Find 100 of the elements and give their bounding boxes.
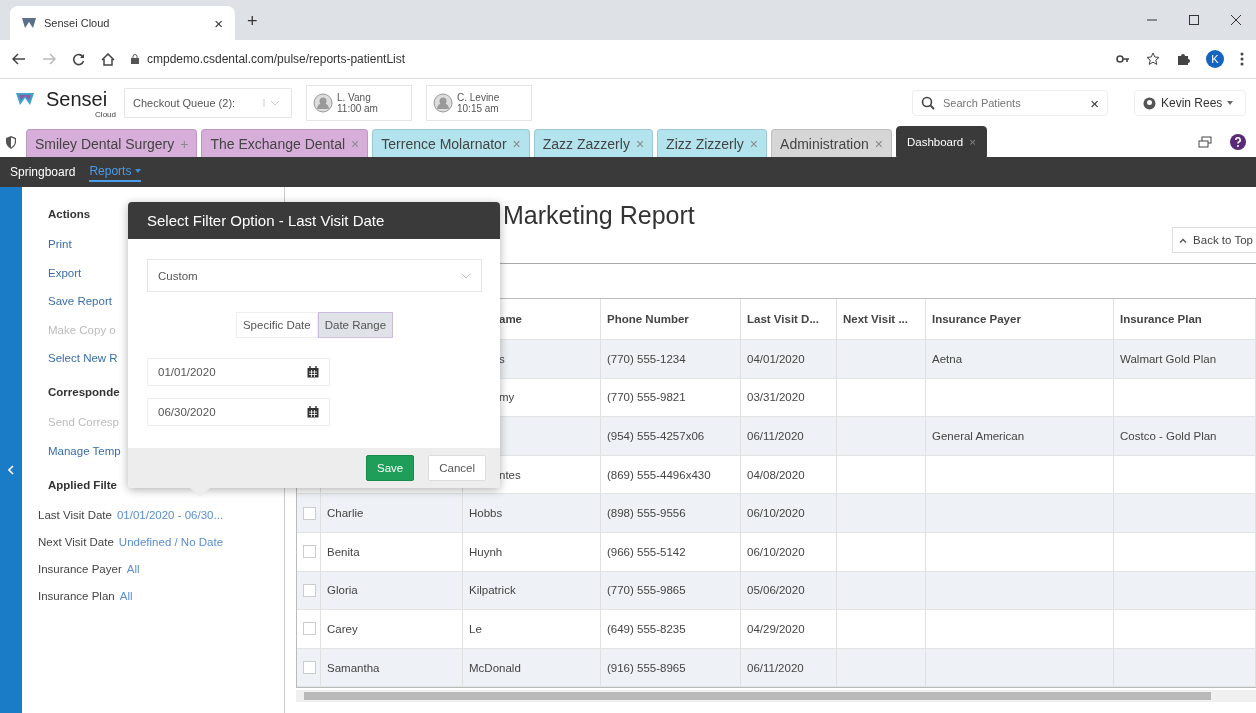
date-field[interactable]: 06/30/2020 <box>147 398 330 426</box>
search-icon <box>921 96 935 110</box>
chevron-up-icon <box>1179 237 1188 243</box>
appointment-time: 10:15 am <box>457 103 500 114</box>
appointment-time: 11:00 am <box>337 103 378 114</box>
sidebar-link[interactable]: Export <box>48 265 82 280</box>
table-cell: (954) 555-4257x06 <box>607 430 705 442</box>
table-cell: Samantha <box>327 661 380 674</box>
avatar-icon <box>433 93 453 113</box>
table-cell: Kilpatrick <box>469 584 516 597</box>
appointment-card[interactable]: C. Levine 10:15 am <box>426 85 532 121</box>
table-cell: 06/11/2020 <box>747 430 804 442</box>
date-field[interactable]: 01/01/2020 <box>147 358 330 386</box>
appointment-card[interactable]: L. Vang 11:00 am <box>306 85 412 121</box>
table-cell: 06/10/2020 <box>747 545 805 558</box>
sidebar-link[interactable]: Save Report <box>48 294 112 308</box>
table-cell: 04/08/2020 <box>747 468 805 481</box>
table-cell: (869) 555-4496x430 <box>607 468 711 481</box>
table-cell: ntes <box>499 468 521 481</box>
help-icon[interactable] <box>1230 134 1246 150</box>
star-icon[interactable] <box>1146 52 1160 66</box>
key-icon[interactable] <box>1116 54 1130 64</box>
table-cell: 04/01/2020 <box>747 352 805 365</box>
windows-icon[interactable] <box>1198 136 1212 148</box>
app-tab[interactable]: Zazz Zazzerly × <box>533 129 654 157</box>
home-icon[interactable] <box>101 52 115 66</box>
app-tab[interactable]: Terrence Molarnator × <box>372 129 530 157</box>
table-cell: (770) 555-9821 <box>607 391 686 404</box>
app-tab[interactable]: Smiley Dental Surgery + <box>26 129 198 157</box>
filter-label: Next Visit Date <box>38 534 114 549</box>
table-cell: (898) 555-9556 <box>607 507 686 520</box>
close-tab-button[interactable]: × <box>214 14 223 32</box>
app-tab[interactable]: Administration × <box>771 129 892 157</box>
caret-icon <box>1227 101 1234 105</box>
column-header[interactable]: Last Visit D... <box>741 299 837 339</box>
checkout-queue-dropdown[interactable]: Checkout Queue (2): <box>124 88 292 118</box>
table-cell: 06/10/2020 <box>747 507 805 520</box>
close-icon[interactable] <box>1230 14 1242 26</box>
filter-value[interactable]: Undefined / No Date <box>118 534 224 549</box>
back-icon[interactable] <box>12 53 26 65</box>
filter-label: Insurance Plan <box>38 588 115 603</box>
app-tab[interactable]: Dashboard × <box>895 126 987 157</box>
sidebar-link[interactable]: Select New R <box>48 351 118 365</box>
table-cell: Benita <box>327 545 360 558</box>
filter-option-dropdown[interactable]: Custom <box>147 259 482 292</box>
table-cell: Gloria <box>327 584 358 597</box>
table-cell: Carey <box>327 622 358 635</box>
back-to-top-button[interactable]: Back to Top <box>1172 227 1256 253</box>
app-tab[interactable]: Zizz Zizzerly × <box>657 129 768 157</box>
calendar-icon[interactable] <box>307 366 319 378</box>
scrollbar[interactable] <box>296 690 1256 703</box>
table-cell: McDonald <box>469 661 521 674</box>
filter-value[interactable]: 01/01/2020 - 06/30... <box>116 507 224 522</box>
puzzle-icon[interactable] <box>1176 52 1190 66</box>
column-header[interactable]: Phone Number <box>601 299 741 339</box>
table-cell: s <box>499 352 505 365</box>
table-cell: 04/29/2020 <box>747 622 805 635</box>
patient-name: C. Levine <box>457 92 500 103</box>
patient-name: L. Vang <box>337 92 372 103</box>
column-header[interactable]: Insurance Payer <box>926 299 1114 339</box>
row-checkbox[interactable] <box>303 661 316 675</box>
clear-button[interactable]: × <box>1090 94 1099 112</box>
lock-icon <box>131 54 139 64</box>
nav-link[interactable]: Reports <box>89 162 142 182</box>
sidebar-link[interactable]: Manage Temp <box>48 443 121 458</box>
app-tab[interactable]: The Exchange Dental × <box>201 129 369 157</box>
user-icon <box>1143 96 1156 110</box>
url-text[interactable]: cmpdemo.csdental.com/pulse/reports-patientList <box>147 52 406 66</box>
cancel-button[interactable]: Cancel <box>428 455 486 481</box>
logo-icon <box>22 18 36 28</box>
table-cell: 03/31/2020 <box>747 391 805 404</box>
shield-icon[interactable] <box>6 135 16 149</box>
row-checkbox[interactable] <box>303 583 316 597</box>
mode-toggle[interactable]: Specific Date <box>235 312 318 338</box>
section-title: Corresponde <box>48 385 120 399</box>
profile-avatar[interactable]: K <box>1206 50 1224 68</box>
new-tab-button[interactable]: + <box>247 11 258 32</box>
browser-tab[interactable]: Sensei Cloud × <box>10 6 235 40</box>
section-title: Applied Filte <box>48 477 117 492</box>
dialog-title: Select Filter Option - Last Visit Date <box>128 202 500 239</box>
menu-icon[interactable] <box>1240 52 1244 66</box>
table-cell: my <box>499 391 515 404</box>
collapse-icon[interactable] <box>8 465 14 475</box>
filter-label: Insurance Payer <box>38 561 122 576</box>
row-checkbox[interactable] <box>303 622 316 636</box>
calendar-icon[interactable] <box>307 406 319 418</box>
sidebar-link[interactable]: Print <box>48 237 72 251</box>
table-cell: 06/11/2020 <box>747 661 804 674</box>
maximize-icon[interactable] <box>1188 14 1200 26</box>
nav-link[interactable]: Springboard <box>10 163 76 181</box>
mode-toggle[interactable]: Date Range <box>317 312 394 338</box>
row-checkbox[interactable] <box>303 506 316 520</box>
column-header[interactable]: Next Visit ... <box>837 299 926 339</box>
reload-icon[interactable] <box>72 52 85 66</box>
table-cell: General American <box>932 430 1025 442</box>
column-header[interactable]: Insurance Plan <box>1114 299 1256 339</box>
search-field[interactable]: Search Patients × <box>912 90 1108 116</box>
table-cell: Walmart Gold Plan <box>1120 352 1217 365</box>
user-menu[interactable]: Kevin Rees <box>1134 90 1246 116</box>
row-checkbox[interactable] <box>303 545 316 559</box>
